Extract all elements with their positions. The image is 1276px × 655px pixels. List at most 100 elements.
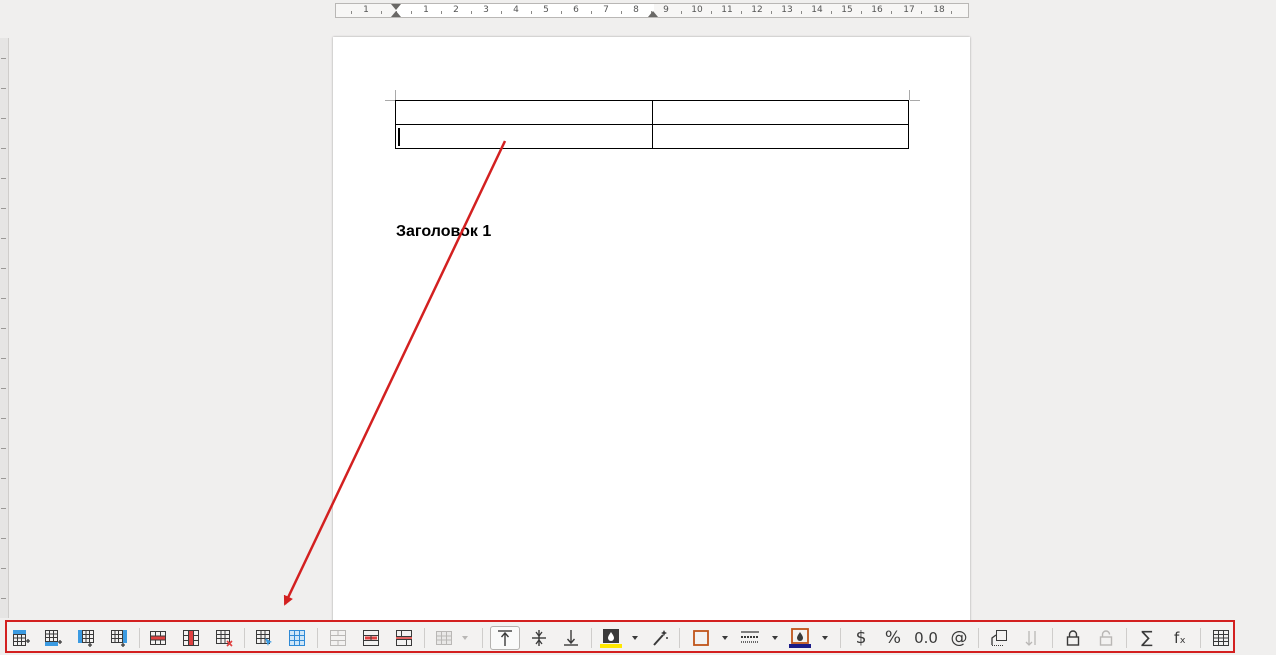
ruler-number: 1 xyxy=(423,5,429,15)
borders-icon[interactable] xyxy=(688,626,714,650)
ruler-tick xyxy=(1,388,6,389)
table-cell-active[interactable] xyxy=(395,124,653,149)
ruler-tick xyxy=(1,598,6,599)
ruler-tick xyxy=(471,11,472,14)
sum-icon[interactable]: ∑ xyxy=(1134,626,1160,650)
decimal-glyph: 0.0 xyxy=(914,628,938,647)
insert-rows-above-icon[interactable] xyxy=(8,626,34,650)
ruler-tick xyxy=(831,11,832,14)
optimize-size-icon xyxy=(431,626,457,650)
ruler-tick xyxy=(1,178,6,179)
ruler-tick xyxy=(1,328,6,329)
ruler-number: 3 xyxy=(483,5,489,15)
table-cell[interactable] xyxy=(651,100,909,125)
table-cell[interactable] xyxy=(651,124,909,149)
toolbar-separator xyxy=(424,628,425,648)
indent-marker[interactable] xyxy=(391,11,401,17)
ruler-tick xyxy=(531,11,532,14)
ruler-tick xyxy=(1,148,6,149)
ruler-tick xyxy=(951,11,952,14)
toolbar-separator xyxy=(978,628,979,648)
delete-rows-icon[interactable] xyxy=(145,626,171,650)
ruler-tick xyxy=(1,418,6,419)
sort-icon xyxy=(1019,626,1045,650)
split-cells-icon[interactable] xyxy=(358,626,384,650)
insert-caption-icon[interactable] xyxy=(986,626,1012,650)
border-color-icon[interactable] xyxy=(787,626,813,650)
borders-dropdown[interactable] xyxy=(719,626,731,650)
ruler-number: 6 xyxy=(573,5,579,15)
ruler-number: 5 xyxy=(543,5,549,15)
currency-glyph: $ xyxy=(855,627,867,648)
document-page[interactable]: Заголовок 1 xyxy=(333,37,970,637)
merge-cells-icon xyxy=(325,626,351,650)
border-color-dropdown[interactable] xyxy=(819,626,831,650)
margin-corner-mark xyxy=(910,100,920,101)
split-table-icon[interactable] xyxy=(391,626,417,650)
ruler-number: 18 xyxy=(933,5,945,15)
ruler-number: 17 xyxy=(903,5,915,15)
insert-columns-before-icon[interactable] xyxy=(73,626,99,650)
select-table-icon[interactable] xyxy=(284,626,310,650)
ruler-tick xyxy=(1,508,6,509)
toolbar-separator xyxy=(1126,628,1127,648)
ruler-tick xyxy=(1,478,6,479)
ruler-number: 11 xyxy=(721,5,733,15)
center-vertically-icon[interactable] xyxy=(526,626,552,650)
horizontal-ruler: 1 1 2 3 4 5 6 7 8 9 10 11 12 13 14 15 16 17 18 xyxy=(335,3,969,18)
ruler-tick xyxy=(591,11,592,14)
ruler-tick xyxy=(621,11,622,14)
number-format-decimal-icon[interactable]: 0.0 xyxy=(913,626,939,650)
ruler-tick xyxy=(1,118,6,119)
border-style-icon[interactable] xyxy=(737,626,763,650)
number-format-date-icon[interactable]: @ xyxy=(946,626,972,650)
ruler-tick xyxy=(1,358,6,359)
toolbar-separator xyxy=(244,628,245,648)
indent-marker[interactable] xyxy=(391,4,401,10)
document-table[interactable] xyxy=(395,100,909,149)
ruler-number: 15 xyxy=(841,5,853,15)
table-cell[interactable] xyxy=(395,100,653,125)
ruler-number: 10 xyxy=(691,5,703,15)
ruler-number: 1 xyxy=(363,5,369,15)
margin-corner-mark xyxy=(909,90,910,100)
autoformat-styles-icon[interactable] xyxy=(647,626,673,650)
table-row xyxy=(395,100,909,125)
ruler-tick xyxy=(1,538,6,539)
toolbar-separator xyxy=(317,628,318,648)
ruler-number: 2 xyxy=(453,5,459,15)
margin-corner-mark xyxy=(385,100,395,101)
table-properties-icon[interactable] xyxy=(1208,626,1234,650)
align-top-icon[interactable] xyxy=(490,626,520,650)
align-bottom-icon[interactable] xyxy=(558,626,584,650)
ruler-tick xyxy=(1,568,6,569)
insert-rows-below-icon[interactable] xyxy=(40,626,66,650)
number-format-percent-icon[interactable]: % xyxy=(880,626,906,650)
percent-glyph: % xyxy=(884,627,902,648)
vertical-ruler xyxy=(0,38,9,618)
delete-columns-icon[interactable] xyxy=(178,626,204,650)
ruler-tick xyxy=(1,238,6,239)
background-color-dropdown[interactable] xyxy=(629,626,641,650)
toolbar-separator xyxy=(1200,628,1201,648)
delete-table-icon[interactable] xyxy=(211,626,237,650)
ruler-text-area xyxy=(396,4,654,17)
heading-1[interactable]: Заголовок 1 xyxy=(396,223,491,241)
ruler-number: 13 xyxy=(781,5,793,15)
unprotect-cells-icon xyxy=(1093,626,1119,650)
border-style-dropdown[interactable] xyxy=(769,626,781,650)
date-glyph: @ xyxy=(950,627,968,648)
ruler-number: 7 xyxy=(603,5,609,15)
table-toolbar: $ % 0.0 @ ∑ fₓ xyxy=(5,620,1235,653)
formula-icon[interactable]: fₓ xyxy=(1167,626,1193,650)
ruler-tick xyxy=(681,11,682,14)
ruler-tick xyxy=(441,11,442,14)
toolbar-separator xyxy=(1052,628,1053,648)
indent-marker[interactable] xyxy=(648,11,658,17)
table-cell-background-color-icon[interactable] xyxy=(598,626,624,650)
ruler-number: 4 xyxy=(513,5,519,15)
protect-cells-icon[interactable] xyxy=(1060,626,1086,650)
insert-columns-after-icon[interactable] xyxy=(106,626,132,650)
select-cell-icon[interactable] xyxy=(251,626,277,650)
number-format-currency-icon[interactable]: $ xyxy=(848,626,874,650)
